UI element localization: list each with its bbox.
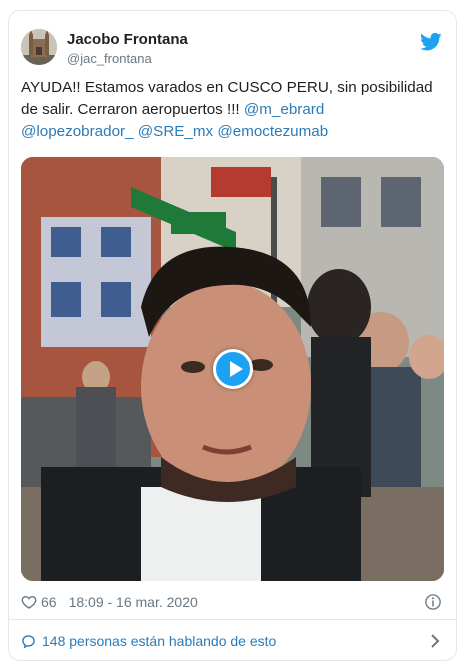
like-count[interactable]: 66 xyxy=(41,594,57,610)
divider xyxy=(9,619,456,620)
mention-link[interactable]: @SRE_mx xyxy=(138,123,213,140)
mention-link[interactable]: @emoctezumab xyxy=(217,123,328,140)
author-block[interactable]: Jacobo Frontana @jac_frontana xyxy=(67,31,188,67)
tweet-text: AYUDA!! Estamos varados en CUSCO PERU, s… xyxy=(21,77,446,143)
tweet-card: Jacobo Frontana @jac_frontana AYUDA!! Es… xyxy=(8,10,457,661)
avatar[interactable] xyxy=(21,29,57,65)
heart-icon[interactable] xyxy=(21,594,37,610)
mention-link[interactable]: @lopezobrador_ xyxy=(21,123,134,140)
play-icon[interactable] xyxy=(213,349,253,389)
video-thumbnail[interactable] xyxy=(21,157,444,581)
tweet-header: Jacobo Frontana @jac_frontana xyxy=(21,29,444,69)
author-name[interactable]: Jacobo Frontana xyxy=(67,31,188,49)
tweet-meta: 66 18:09 - 16 mar. 2020 xyxy=(21,592,444,612)
speech-bubble-icon xyxy=(22,634,35,648)
twitter-bird-icon[interactable] xyxy=(420,32,442,52)
timestamp[interactable]: 18:09 - 16 mar. 2020 xyxy=(69,594,198,610)
tweet-body: AYUDA!! Estamos varados en CUSCO PERU, s… xyxy=(21,79,433,118)
conversation-label[interactable]: 148 personas están hablando de esto xyxy=(42,633,276,649)
chevron-right-icon[interactable] xyxy=(430,634,440,648)
author-handle[interactable]: @jac_frontana xyxy=(67,50,188,67)
mention-link[interactable]: @m_ebrard xyxy=(244,101,324,118)
info-icon[interactable] xyxy=(424,593,442,611)
conversation-link[interactable]: 148 personas están hablando de esto xyxy=(21,628,444,654)
